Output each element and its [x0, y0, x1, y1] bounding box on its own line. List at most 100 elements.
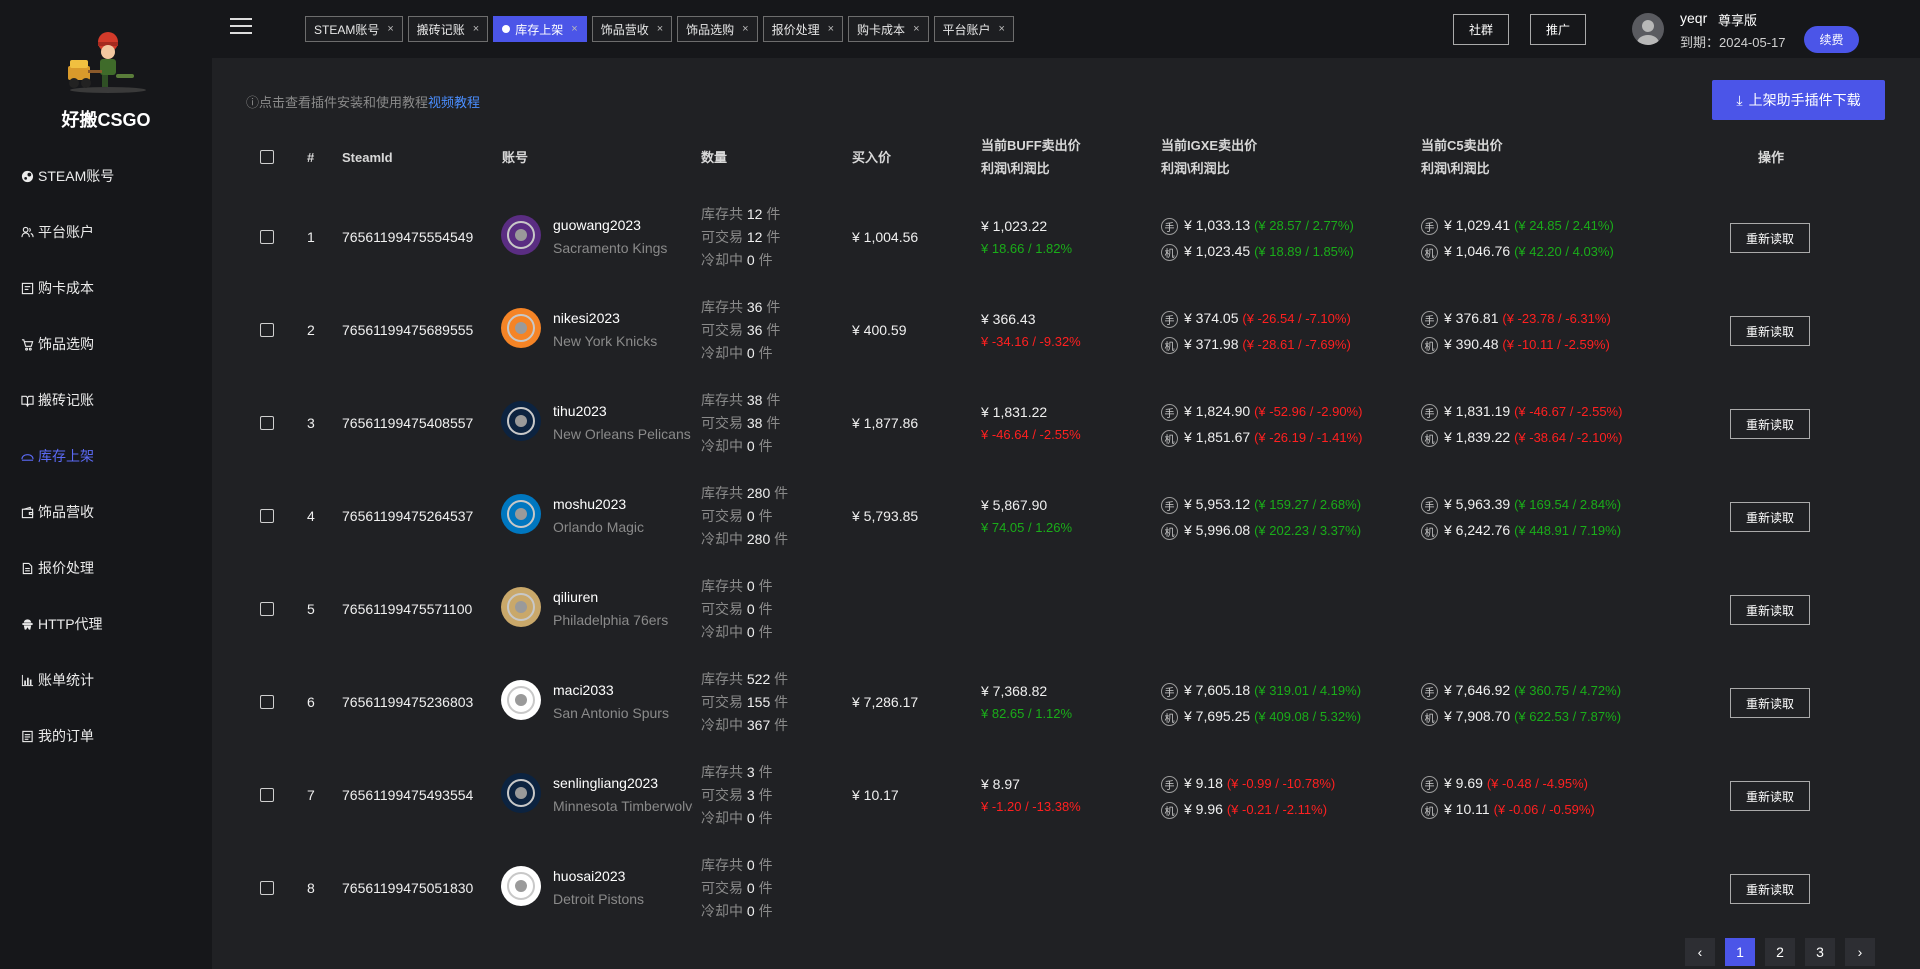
- row-index: 2: [307, 322, 315, 338]
- community-button[interactable]: 社群: [1453, 14, 1509, 45]
- sidebar-item-label: 我的订单: [38, 728, 94, 744]
- sidebar-item-0[interactable]: STEAM账号: [0, 148, 212, 204]
- tutorial-video-link[interactable]: 视频教程: [428, 95, 480, 110]
- sidebar-item-3[interactable]: 饰品选购: [0, 316, 212, 372]
- page-button-3[interactable]: 3: [1805, 938, 1835, 966]
- tab-5[interactable]: 报价处理 ×: [762, 16, 844, 42]
- select-all-checkbox[interactable]: [260, 150, 274, 164]
- cooling-count: 冷却中 0 件: [701, 345, 773, 361]
- download-icon: ⤓: [1736, 91, 1743, 108]
- col-steamid: SteamId: [342, 150, 393, 165]
- tab-0[interactable]: STEAM账号 ×: [305, 16, 403, 42]
- tab-6[interactable]: 购卡成本 ×: [848, 16, 929, 42]
- sidebar-item-8[interactable]: HTTP代理: [0, 596, 212, 652]
- row-checkbox[interactable]: [260, 602, 274, 616]
- avatar[interactable]: [1632, 13, 1664, 45]
- manual-mark-icon: 手: [1421, 775, 1438, 793]
- row-checkbox[interactable]: [260, 323, 274, 337]
- close-icon[interactable]: ×: [473, 23, 479, 35]
- stock-count: 库存共 36 件: [701, 299, 781, 315]
- igxe-manual-price: 手 ¥ 374.05 (¥ -26.54 / -7.10%): [1161, 310, 1351, 328]
- next-page-button[interactable]: ›: [1845, 938, 1875, 966]
- reload-button[interactable]: 重新读取: [1730, 595, 1810, 625]
- col-buff-profit: 利润\利润比: [981, 161, 1050, 176]
- quantity-info: 库存共 36 件可交易 36 件冷却中 0 件: [701, 296, 780, 365]
- row-checkbox[interactable]: [260, 881, 274, 895]
- close-icon[interactable]: ×: [742, 23, 748, 35]
- table-row: 2 76561199475689555 nikesi2023 New York Kni…: [212, 284, 1920, 377]
- download-plugin-button[interactable]: ⤓ 上架助手插件下载: [1712, 80, 1885, 120]
- sidebar: 好搬CSGO STEAM账号 平台账户 购卡成本 饰品选购 搬砖记账 库存上架 饰品营收 报价…: [0, 0, 212, 969]
- account-team: Philadelphia 76ers: [553, 612, 669, 628]
- sidebar-item-10[interactable]: 我的订单: [0, 708, 212, 764]
- table-header: # SteamId 账号 数量 买入价 当前BUFF卖出价 利润\利润比 当前I…: [212, 130, 1920, 190]
- sidebar-item-label: 饰品营收: [38, 504, 94, 520]
- row-checkbox[interactable]: [260, 509, 274, 523]
- cooling-count: 冷却中 0 件: [701, 624, 773, 640]
- cooling-count: 冷却中 367 件: [701, 717, 789, 733]
- close-icon[interactable]: ×: [828, 23, 834, 35]
- team-logo: [501, 494, 541, 534]
- tab-4[interactable]: 饰品选购 ×: [677, 16, 758, 42]
- sidebar-item-5[interactable]: 库存上架: [0, 428, 212, 484]
- sidebar-item-label: HTTP代理: [38, 616, 103, 632]
- sidebar-item-9[interactable]: 账单统计: [0, 652, 212, 708]
- close-icon[interactable]: ×: [387, 23, 393, 35]
- row-checkbox[interactable]: [260, 695, 274, 709]
- prev-page-button[interactable]: ‹: [1685, 938, 1715, 966]
- row-checkbox[interactable]: [260, 416, 274, 430]
- team-logo: [501, 401, 541, 441]
- buy-price: ¥ 5,793.85: [852, 508, 919, 524]
- account-team: Orlando Magic: [553, 519, 645, 535]
- igxe-auto-price: 机 ¥ 9.96 (¥ -0.21 / -2.11%): [1161, 801, 1327, 819]
- info-icon: ⓘ: [246, 95, 260, 110]
- tab-1[interactable]: 搬砖记账 ×: [407, 16, 489, 42]
- row-steamid: 76561199475554549: [342, 229, 474, 245]
- close-icon[interactable]: ×: [999, 23, 1005, 35]
- page-button-2[interactable]: 2: [1765, 938, 1795, 966]
- reload-button[interactable]: 重新读取: [1730, 316, 1810, 346]
- manual-mark-icon: 手: [1161, 310, 1178, 328]
- book-icon: [20, 393, 34, 407]
- close-icon[interactable]: ×: [913, 23, 919, 35]
- manual-mark-icon: 手: [1421, 496, 1438, 514]
- reload-button[interactable]: 重新读取: [1730, 874, 1810, 904]
- sidebar-item-label: STEAM账号: [38, 168, 115, 184]
- account-name: qiliuren: [553, 589, 599, 605]
- tab-7[interactable]: 平台账户 ×: [933, 16, 1014, 42]
- manual-mark-icon: 手: [1161, 217, 1178, 235]
- reload-button[interactable]: 重新读取: [1730, 781, 1810, 811]
- reload-button[interactable]: 重新读取: [1730, 688, 1810, 718]
- tab-3[interactable]: 饰品营收 ×: [591, 16, 673, 42]
- sidebar-item-7[interactable]: 报价处理: [0, 540, 212, 596]
- row-checkbox[interactable]: [260, 788, 274, 802]
- promotion-button[interactable]: 推广: [1530, 14, 1586, 45]
- page-button-1[interactable]: 1: [1725, 938, 1755, 966]
- quantity-info: 库存共 280 件可交易 0 件冷却中 280 件: [701, 482, 788, 551]
- renew-button[interactable]: 续费: [1804, 26, 1859, 53]
- sidebar-item-1[interactable]: 平台账户: [0, 204, 212, 260]
- reload-button[interactable]: 重新读取: [1730, 223, 1810, 253]
- reload-button[interactable]: 重新读取: [1730, 502, 1810, 532]
- close-icon[interactable]: ×: [657, 23, 663, 35]
- account-name: maci2033: [553, 682, 614, 698]
- reload-button[interactable]: 重新读取: [1730, 409, 1810, 439]
- cooling-count: 冷却中 280 件: [701, 531, 789, 547]
- close-icon[interactable]: ×: [571, 23, 577, 35]
- sidebar-item-4[interactable]: 搬砖记账: [0, 372, 212, 428]
- active-dot-icon: [502, 25, 511, 33]
- tab-label: 库存上架: [515, 22, 564, 37]
- tradable-count: 可交易 3 件: [701, 787, 773, 803]
- sidebar-item-2[interactable]: 购卡成本: [0, 260, 212, 316]
- row-checkbox[interactable]: [260, 230, 274, 244]
- sidebar-item-6[interactable]: 饰品营收: [0, 484, 212, 540]
- account-team: New York Knicks: [553, 333, 658, 349]
- menu-toggle-icon[interactable]: [230, 18, 252, 36]
- manual-mark-icon: 手: [1161, 775, 1178, 793]
- col-c5-profit: 利润\利润比: [1421, 161, 1490, 176]
- igxe-auto-price: 机 ¥ 1,851.67 (¥ -26.19 / -1.41%): [1161, 429, 1362, 447]
- tab-label: STEAM账号: [314, 22, 380, 37]
- auto-mark-icon: 机: [1161, 336, 1178, 354]
- buff-profit: ¥ -34.16 / -9.32%: [981, 334, 1081, 349]
- tab-2[interactable]: 库存上架 ×: [493, 16, 587, 42]
